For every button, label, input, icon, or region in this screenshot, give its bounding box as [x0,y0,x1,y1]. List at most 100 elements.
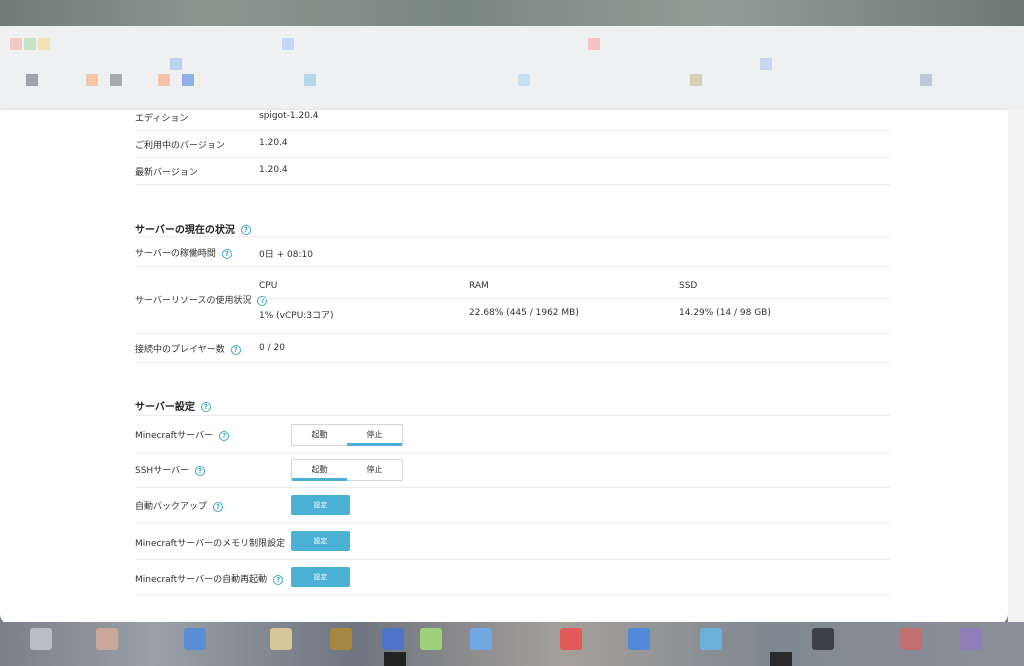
blurred-dock-icon [700,628,722,650]
blurred-pixel [690,74,702,86]
players-label-text: 接続中のプレイヤー数 [135,345,225,355]
edition-row: エディション spigot-1.20.4 [135,110,890,131]
resources-label-text: サーバーリソースの使用状況 [135,296,252,306]
minecraft-stop-option[interactable]: 停止 [347,425,402,445]
players-row: 接続中のプレイヤー数? 0 / 20 [135,333,890,363]
window-right-edge [1008,110,1024,624]
blurred-toolbar [0,26,1024,110]
memory-limit-label-text: Minecraftサーバーのメモリ制限設定 [135,539,286,549]
blurred-dock-icon [382,628,404,650]
blurred-pixel [10,38,22,50]
ssh-toggle-indicator [292,478,347,481]
settings-title-text: サーバー設定 [135,402,195,413]
blurred-dock-icon [184,628,206,650]
minecraft-server-label-text: Minecraftサーバー [135,431,214,441]
players-label: 接続中のプレイヤー数? [135,342,241,355]
blurred-pixel [110,74,122,86]
ssh-server-label-text: SSHサーバー [135,466,190,476]
blurred-dock-icon [30,628,52,650]
auto-restart-label-text: Minecraftサーバーの自動再起動 [135,575,268,585]
ssh-server-row: SSHサーバー? 起動 停止 [135,451,890,488]
help-icon[interactable]: ? [200,402,211,412]
ssh-server-label: SSHサーバー? [135,463,206,476]
help-icon[interactable]: ? [195,465,206,476]
ssh-stop-option[interactable]: 停止 [347,460,402,480]
uptime-label-text: サーバーの稼働時間 [135,249,216,259]
blurred-dock-icon [420,628,442,650]
blurred-pixel [38,38,50,50]
blurred-pixel [304,74,316,86]
ssd-header: SSD [679,281,698,291]
help-icon[interactable]: ? [240,225,251,235]
help-icon[interactable]: ? [219,430,230,441]
resources-divider [259,298,890,299]
blurred-dock-icon [470,628,492,650]
auto-restart-label: Minecraftサーバーの自動再起動? [135,572,284,585]
blurred-dock-icon [560,628,582,650]
blurred-pixel [158,74,170,86]
auto-restart-settings-button[interactable]: 設定 [291,567,350,587]
cpu-header: CPU [259,281,278,291]
blurred-dock-icon [960,628,982,650]
latest-version-label: 最新バージョン [135,168,198,178]
edition-value: spigot-1.20.4 [259,111,319,121]
settings-section-title: サーバー設定? [135,398,211,413]
blurred-pixel [182,74,194,86]
minecraft-server-row: Minecraftサーバー? 起動 停止 [135,415,890,453]
blurred-pixel [86,74,98,86]
auto-backup-label: 自動バックアップ? [135,499,224,512]
uptime-row: サーバーの稼働時間? 0日 + 08:10 [135,236,890,267]
current-version-label: ご利用中のバージョン [135,141,225,151]
latest-version-row: 最新バージョン 1.20.4 [135,157,890,185]
help-icon[interactable]: ? [230,344,241,355]
blurred-dock-icon [96,628,118,650]
minecraft-start-option[interactable]: 起動 [292,425,347,445]
help-icon[interactable]: ? [257,295,268,306]
blurred-dock-icon [812,628,834,650]
blurred-dock-icon [900,628,922,650]
blurred-pixel [518,74,530,86]
auto-restart-row: Minecraftサーバーの自動再起動? 設定 [135,559,890,596]
auto-backup-row: 自動バックアップ? 設定 [135,487,890,524]
blurred-pixel [920,74,932,86]
blurred-pixel [282,38,294,50]
cpu-value: 1% (vCPU:3コア) [259,311,334,321]
minecraft-toggle-indicator [347,443,402,446]
help-icon[interactable]: ? [213,501,224,512]
auto-backup-settings-button[interactable]: 設定 [291,495,350,515]
memory-limit-label: Minecraftサーバーのメモリ制限設定? [135,536,302,549]
players-value: 0 / 20 [259,343,285,353]
blurred-pixel [170,58,182,70]
ssh-server-toggle[interactable]: 起動 停止 [291,459,403,481]
memory-limit-settings-button[interactable]: 設定 [291,531,350,551]
ssh-start-option[interactable]: 起動 [292,460,347,480]
ram-value: 22.68% (445 / 1962 MB) [469,308,579,318]
memory-limit-row: Minecraftサーバーのメモリ制限設定? 設定 [135,523,890,560]
auto-backup-label-text: 自動バックアップ [135,502,208,512]
ssd-value: 14.29% (14 / 98 GB) [679,308,771,318]
blurred-pixel [760,58,772,70]
current-version-value: 1.20.4 [259,138,288,148]
current-version-row: ご利用中のバージョン 1.20.4 [135,130,890,158]
blurred-dock-icon [270,628,292,650]
blurred-dock [0,622,1024,666]
blurred-pixel [588,38,600,50]
blurred-header [0,0,1024,110]
ram-header: RAM [469,281,489,291]
help-icon[interactable]: ? [221,248,232,259]
help-icon[interactable]: ? [273,574,284,585]
blurred-dock-shade [384,652,406,666]
minecraft-server-label: Minecraftサーバー? [135,428,230,441]
resources-label: サーバーリソースの使用状況? [135,293,268,306]
server-panel-window: エディション spigot-1.20.4 ご利用中のバージョン 1.20.4 最… [0,110,1008,624]
resources-row: サーバーリソースの使用状況? CPU RAM SSD 1% (vCPU:3コア)… [135,265,890,334]
blurred-pixel [26,74,38,86]
uptime-value: 0日 + 08:10 [259,250,313,260]
minecraft-server-toggle[interactable]: 起動 停止 [291,424,403,446]
blurred-dock-shade [770,652,792,666]
blurred-dock-icon [330,628,352,650]
blurred-dock-icon [628,628,650,650]
edition-label: エディション [135,114,189,124]
latest-version-value: 1.20.4 [259,165,288,175]
status-section-title: サーバーの現在の状況? [135,221,251,236]
